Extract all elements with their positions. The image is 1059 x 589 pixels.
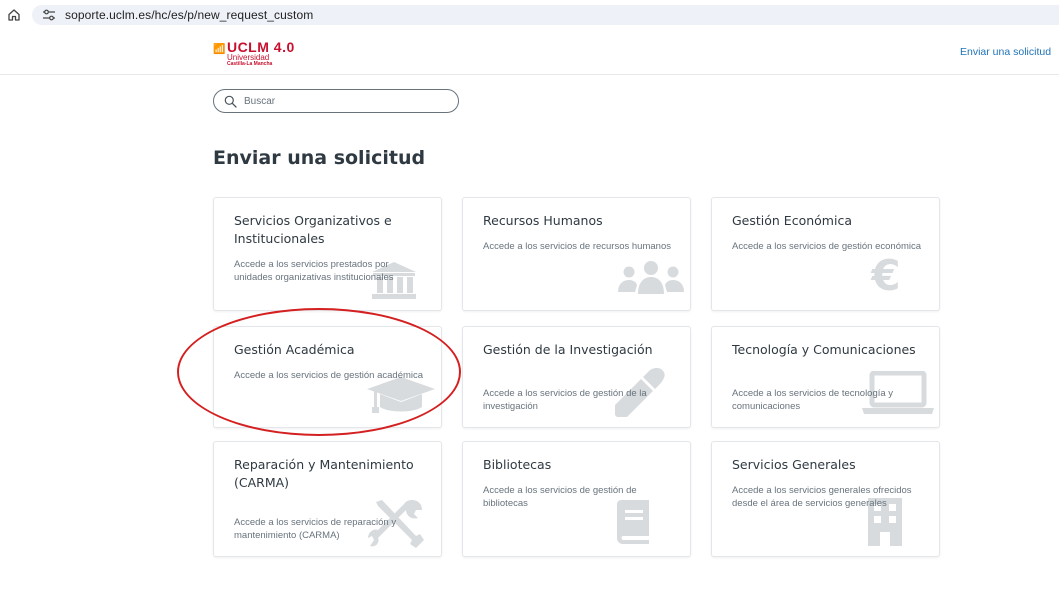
card-description: Accede a los servicios de gestión académ… [234,370,424,381]
card-title: Reparación y Mantenimiento (CARMA) [234,457,414,490]
url-text[interactable]: soporte.uclm.es/hc/es/p/new_request_cust… [65,8,313,22]
card-title: Gestión Económica [732,213,852,228]
search-box[interactable] [213,89,459,113]
card-title: Gestión de la Investigación [483,342,653,357]
card-recursos-humanos[interactable]: Recursos Humanos Accede a los servicios … [462,197,691,311]
people-icon [618,261,684,294]
page-title: Enviar una solicitud [213,147,426,169]
card-gestion-investigacion[interactable]: Gestión de la Investigación Accede a los… [462,326,691,428]
card-title: Gestión Académica [234,342,355,357]
card-description: Accede a los servicios de recursos human… [483,241,671,252]
card-description: Accede a los servicios de gestión de la … [483,388,647,412]
wifi-icon: 📶 [213,44,226,55]
url-bar[interactable]: soporte.uclm.es/hc/es/p/new_request_cust… [32,5,1059,25]
logo-region: Castilla-La Mancha [227,61,273,67]
site-header: 📶UCLM 4.0 Universidad Castilla-La Mancha… [0,30,1059,75]
card-reparacion-mantenimiento[interactable]: Reparación y Mantenimiento (CARMA) Acced… [213,441,442,557]
card-title: Servicios Organizativos e Institucionale… [234,213,392,246]
browser-address-bar: soporte.uclm.es/hc/es/p/new_request_cust… [0,0,1059,30]
card-gestion-economica[interactable]: Gestión Económica Accede a los servicios… [711,197,940,311]
euro-icon: € [870,254,900,296]
card-title: Recursos Humanos [483,213,603,228]
card-description: Accede a los servicios prestados por uni… [234,259,394,283]
site-settings-icon[interactable] [42,8,56,22]
home-icon[interactable] [7,8,21,22]
search-input[interactable] [244,93,444,109]
card-description: Accede a los servicios de gestión económ… [732,241,922,252]
card-servicios-generales[interactable]: Servicios Generales Accede a los servici… [711,441,940,557]
card-servicios-organizativos[interactable]: Servicios Organizativos e Institucionale… [213,197,442,311]
card-title: Tecnología y Comunicaciones [732,342,916,357]
svg-text:€: € [870,254,900,296]
card-title: Servicios Generales [732,457,856,472]
card-description: Accede a los servicios generales ofrecid… [732,485,912,509]
card-bibliotecas[interactable]: Bibliotecas Accede a los servicios de ge… [462,441,691,557]
card-description: Accede a los servicios de tecnología y c… [732,388,894,412]
search-icon [224,95,237,108]
uclm-logo[interactable]: 📶UCLM 4.0 Universidad Castilla-La Mancha [213,39,333,67]
submit-request-link[interactable]: Enviar una solicitud [960,46,1051,58]
card-description: Accede a los servicios de reparación y m… [234,517,397,541]
card-title: Bibliotecas [483,457,552,472]
card-tecnologia-comunicaciones[interactable]: Tecnología y Comunicaciones Accede a los… [711,326,940,428]
card-description: Accede a los servicios de gestión de bib… [483,485,637,509]
card-gestion-academica[interactable]: Gestión Académica Accede a los servicios… [213,326,442,428]
